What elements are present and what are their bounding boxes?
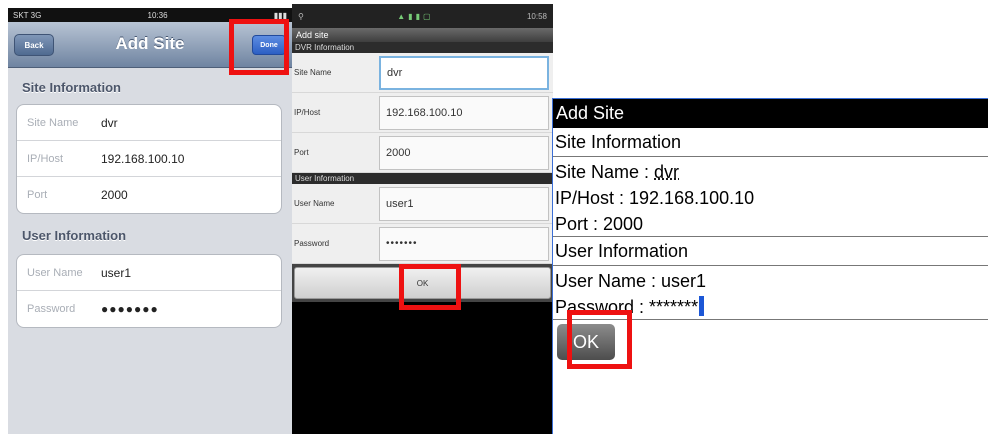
ios-ip-host-field[interactable]: 192.168.100.10 <box>101 152 184 166</box>
android-site-name-row: Site Name dvr <box>292 53 553 93</box>
ios-user-name-row[interactable]: User Name user1 <box>17 255 281 291</box>
ios-done-button[interactable]: Done <box>252 35 286 55</box>
bb-ip-host-field[interactable]: IP/Host : 192.168.100.10 <box>553 185 988 211</box>
ios-site-name-field[interactable]: dvr <box>101 116 118 130</box>
android-site-name-input[interactable]: dvr <box>379 55 549 90</box>
ios-site-name-label: Site Name <box>27 116 79 129</box>
ios-user-section-header: User Information <box>22 228 127 243</box>
usb-icon: ⚲ <box>298 11 304 21</box>
ios-ip-host-label: IP/Host <box>27 152 64 165</box>
ios-ip-host-row[interactable]: IP/Host 192.168.100.10 <box>17 141 281 177</box>
ios-password-field[interactable]: ●●●●●●● <box>101 302 159 316</box>
android-password-input[interactable]: ••••••• <box>379 226 549 261</box>
blackberry-screen: Add Site Site Information Site Name : dv… <box>552 98 988 434</box>
ios-status-bar: SKT 3G 10:36 ▮▮▮ <box>8 8 292 22</box>
android-page-title: Add site <box>292 28 553 42</box>
ios-carrier: SKT 3G <box>13 10 42 20</box>
ios-port-field[interactable]: 2000 <box>101 188 128 202</box>
ios-password-label: Password <box>27 303 76 315</box>
ios-site-section-header: Site Information <box>22 80 121 95</box>
ios-site-name-row[interactable]: Site Name dvr <box>17 105 281 141</box>
android-ip-host-input[interactable]: 192.168.100.10 <box>379 95 549 130</box>
bb-user-section-header: User Information <box>553 237 988 266</box>
ios-user-name-label: User Name <box>27 266 83 279</box>
android-port-label: Port <box>294 148 309 157</box>
ios-user-name-field[interactable]: user1 <box>101 266 131 280</box>
battery-icon: ▮▮▮ <box>273 10 287 20</box>
ios-screen: SKT 3G 10:36 ▮▮▮ Back Add Site Done Site… <box>8 8 292 434</box>
android-site-name-label: Site Name <box>294 68 332 77</box>
ios-site-group: Site Name dvr IP/Host 192.168.100.10 Por… <box>16 104 282 214</box>
bb-port-field[interactable]: Port : 2000 <box>553 211 988 237</box>
text-cursor <box>699 296 705 316</box>
android-port-row: Port 2000 <box>292 133 553 173</box>
ios-time: 10:36 <box>147 10 168 20</box>
android-user-section-header: User Information <box>292 173 553 184</box>
android-password-row: Password ••••••• <box>292 224 553 264</box>
android-ok-button[interactable]: OK <box>294 267 551 299</box>
android-status-bar: ⚲ ▲▮▮▢ 10:58 <box>292 4 553 28</box>
bb-site-name-label: Site Name : <box>555 162 655 182</box>
bb-ok-button[interactable]: OK <box>557 324 615 360</box>
android-password-label: Password <box>294 239 330 248</box>
bb-site-name-field[interactable]: Site Name : dvr <box>553 159 988 185</box>
android-dvr-section-header: DVR Information <box>292 42 553 53</box>
signal-icon: ▲▮▮▢ <box>397 11 434 21</box>
android-site-form: Site Name dvr IP/Host 192.168.100.10 Por… <box>292 53 553 173</box>
ios-password-row[interactable]: Password ●●●●●●● <box>17 291 281 327</box>
android-screen: ⚲ ▲▮▮▢ 10:58 Add site DVR Information Si… <box>292 4 553 434</box>
ios-port-label: Port <box>27 189 48 201</box>
bb-user-name-field[interactable]: User Name : user1 <box>553 268 988 294</box>
bb-site-name-value[interactable]: dvr <box>654 162 679 182</box>
android-user-name-input[interactable]: user1 <box>379 186 549 221</box>
bb-site-section-header: Site Information <box>553 128 988 157</box>
android-ip-host-row: IP/Host 192.168.100.10 <box>292 93 553 133</box>
ios-page-title: Add Site <box>115 34 185 53</box>
android-button-bar: OK <box>292 264 553 302</box>
android-time: 10:58 <box>526 11 547 21</box>
bb-page-title: Add Site <box>553 99 988 128</box>
bb-password-field[interactable]: Password : ******* <box>553 294 988 320</box>
android-ip-host-label: IP/Host <box>294 108 321 117</box>
ios-port-row[interactable]: Port 2000 <box>17 177 281 213</box>
ios-nav-bar: Back Add Site Done <box>8 22 292 68</box>
android-user-name-row: User Name user1 <box>292 184 553 224</box>
ios-user-group: User Name user1 Password ●●●●●●● <box>16 254 282 328</box>
bb-password-text[interactable]: Password : ******* <box>555 297 698 317</box>
android-user-form: User Name user1 Password ••••••• <box>292 184 553 264</box>
android-port-input[interactable]: 2000 <box>379 135 549 170</box>
android-user-name-label: User Name <box>294 199 335 208</box>
